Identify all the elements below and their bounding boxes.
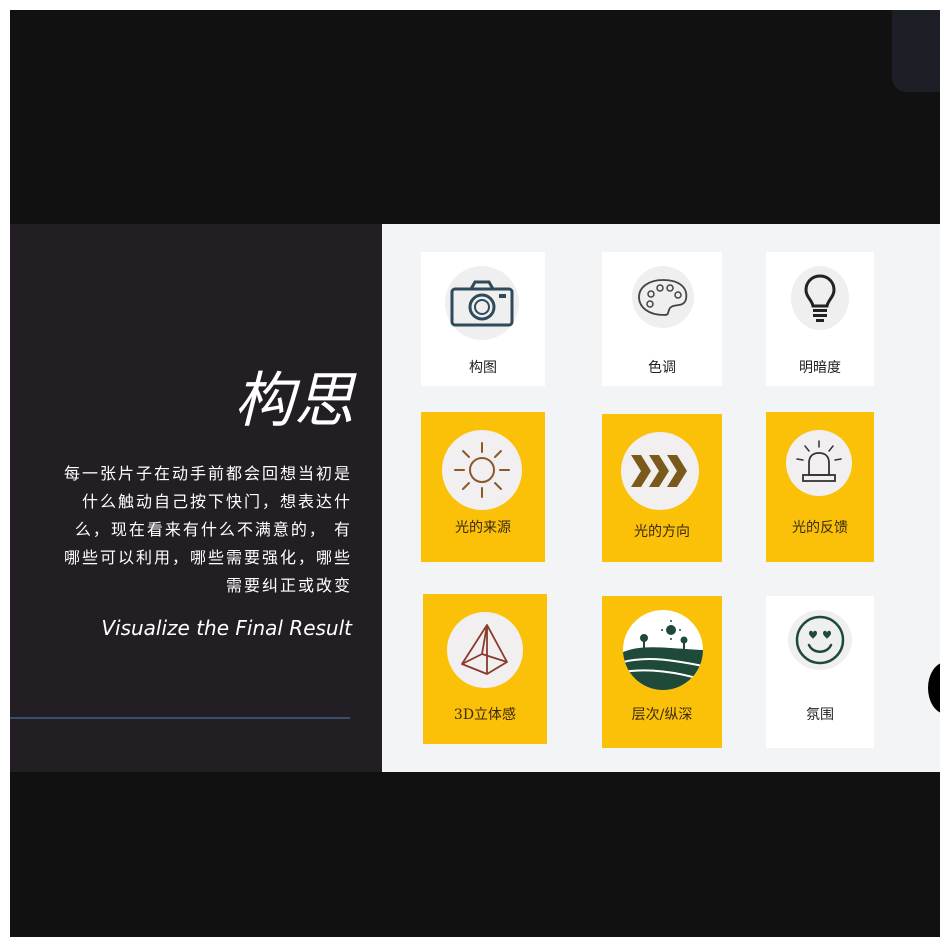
- slide-description: 每一张片子在动手前都会回想当初是什么触动自己按下快门，想表达什么，现在看来有什么…: [63, 464, 352, 595]
- slide-subtitle: Visualize the Final Result: [101, 616, 352, 640]
- card-label: 层次/纵深: [631, 707, 693, 723]
- pyramid-icon: [447, 612, 523, 688]
- card-label: 构图: [469, 360, 497, 376]
- card-depth: 层次/纵深: [602, 596, 722, 748]
- card-label: 光的方向: [634, 524, 690, 540]
- presentation-screen: 构思 每一张片子在动手前都会回想当初是什么触动自己按下快门，想表达什么，现在看来…: [10, 10, 940, 937]
- card-light-feedback: 光的反馈: [766, 412, 874, 562]
- card-label: 光的反馈: [792, 520, 848, 536]
- text-panel: 构思 每一张片子在动手前都会回想当初是什么触动自己按下快门，想表达什么，现在看来…: [10, 224, 382, 772]
- lightbulb-icon: [791, 266, 849, 330]
- card-3d: 3D立体感: [423, 594, 547, 744]
- landscape-icon: [623, 610, 703, 690]
- card-light-source: 光的来源: [421, 412, 545, 562]
- slide-title: 构思: [234, 366, 354, 436]
- card-label: 光的来源: [455, 520, 511, 536]
- card-brightness: 明暗度: [766, 252, 874, 386]
- icon-grid-panel: 构图 色调 明暗度 光的来源 光的方向 光的反馈 3D立体感 层次/纵深 氛围: [382, 224, 940, 772]
- card-composition: 构图: [421, 252, 545, 386]
- card-label: 色调: [648, 360, 676, 376]
- camera-icon: [445, 266, 519, 340]
- card-light-direction: 光的方向: [602, 414, 722, 562]
- sun-icon: [442, 430, 522, 510]
- card-label: 氛围: [806, 707, 834, 723]
- siren-icon: [786, 430, 852, 496]
- corner-panel: [892, 10, 940, 92]
- card-label: 明暗度: [799, 360, 841, 376]
- divider-line: [10, 717, 350, 719]
- palette-icon: [632, 266, 694, 328]
- chevrons-icon: [621, 432, 699, 510]
- card-atmosphere: 氛围: [766, 596, 874, 748]
- smiley-icon: [788, 610, 852, 670]
- card-tone: 色调: [602, 252, 722, 386]
- card-label: 3D立体感: [453, 707, 517, 723]
